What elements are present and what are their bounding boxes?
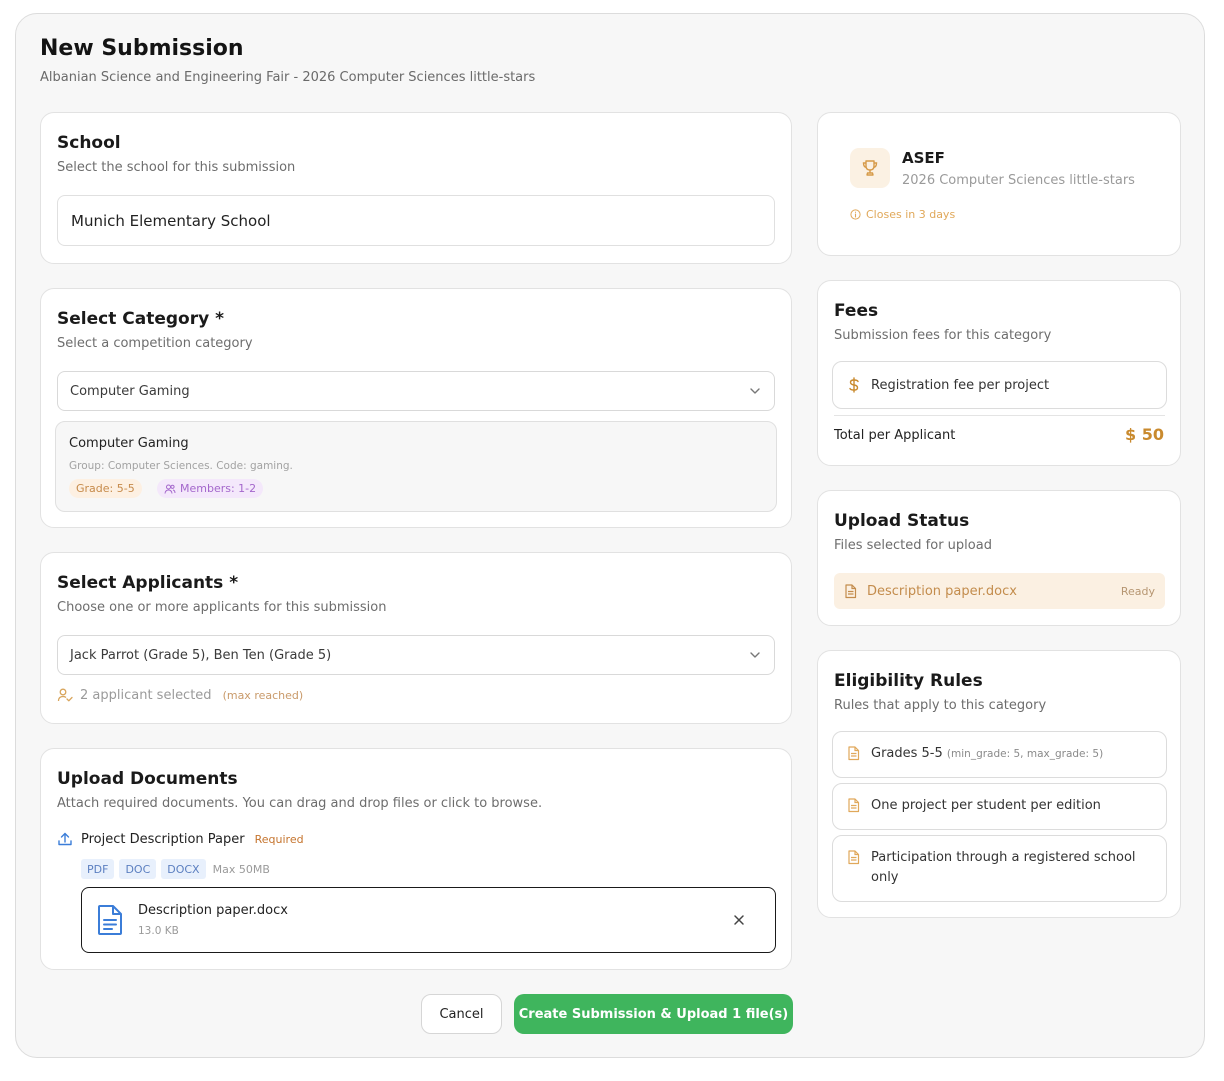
info-circle-icon [850, 209, 861, 220]
category-select-value: Computer Gaming [70, 383, 190, 399]
eligibility-rule: Participation through a registered schoo… [832, 835, 1167, 902]
fee-item: Registration fee per project [832, 361, 1167, 409]
upload-documents-card: Upload Documents Attach required documen… [40, 748, 792, 970]
upload-status-file: Description paper.docx [867, 583, 1017, 599]
applicants-count-text: 2 applicant selected [80, 687, 212, 703]
close-icon [734, 915, 744, 925]
document-requirement: Project Description Paper Required [57, 831, 304, 847]
fee-item-label: Registration fee per project [871, 377, 1050, 393]
fees-title: Fees [834, 301, 879, 321]
applicants-card: Select Applicants * Choose one or more a… [40, 552, 792, 724]
uploaded-file: Description paper.docx 13.0 KB [81, 887, 776, 953]
school-card: School Select the school for this submis… [40, 112, 792, 264]
category-card-title: Select Category * [57, 309, 224, 329]
eligibility-rule-text: Participation through a registered schoo… [871, 850, 1136, 885]
category-detail: Computer Gaming Group: Computer Sciences… [55, 421, 777, 512]
format-badge-pdf: PDF [81, 859, 115, 879]
page-subtitle: Albanian Science and Engineering Fair - … [40, 70, 536, 85]
document-icon [848, 798, 860, 813]
upload-status-card: Upload Status Files selected for upload … [817, 490, 1181, 626]
fee-divider [834, 415, 1165, 416]
cancel-button[interactable]: Cancel [421, 994, 502, 1034]
eligibility-rule-text: One project per student per edition [871, 798, 1101, 813]
document-icon [98, 905, 122, 935]
user-check-icon [57, 688, 73, 702]
upload-status-item: Description paper.docx Ready [834, 573, 1165, 609]
fee-total-label: Total per Applicant [834, 428, 956, 443]
grade-badge: Grade: 5-5 [69, 479, 142, 498]
requirement-name: Project Description Paper [81, 831, 245, 847]
document-icon [848, 850, 860, 865]
applicants-count: 2 applicant selected (max reached) [57, 687, 303, 703]
members-badge-label: Members: 1-2 [180, 482, 257, 495]
competition-edition: 2026 Computer Sciences little-stars [902, 173, 1135, 188]
required-tag: Required [254, 832, 304, 846]
eligibility-rule-text: Grades 5-5 [871, 746, 943, 761]
format-badge-docx: DOCX [161, 859, 206, 879]
closing-notice: Closes in 3 days [850, 208, 955, 221]
upload-documents-title: Upload Documents [57, 769, 238, 789]
upload-status-subtitle: Files selected for upload [834, 538, 992, 553]
uploaded-file-name: Description paper.docx [138, 903, 288, 918]
eligibility-rule: One project per student per edition [832, 783, 1167, 830]
category-card-subtitle: Select a competition category [57, 336, 253, 351]
eligibility-card: Eligibility Rules Rules that apply to th… [817, 650, 1181, 918]
upload-status-title: Upload Status [834, 511, 970, 531]
allowed-formats: PDF DOC DOCX Max 50MB [81, 859, 270, 879]
format-badge-doc: DOC [119, 859, 157, 879]
dollar-icon [849, 377, 859, 393]
members-badge: Members: 1-2 [157, 479, 264, 498]
trophy-badge [850, 148, 890, 188]
eligibility-rule-detail: (min_grade: 5, max_grade: 5) [946, 748, 1104, 760]
chevron-down-icon [750, 388, 760, 394]
fee-total-value: $ 50 [1125, 425, 1164, 444]
document-icon [845, 583, 857, 598]
fees-card: Fees Submission fees for this category R… [817, 280, 1181, 466]
category-select[interactable]: Computer Gaming [57, 371, 775, 411]
users-icon [164, 484, 176, 494]
max-reached-note: (max reached) [222, 688, 304, 702]
trophy-icon [862, 160, 878, 176]
applicants-select-value: Jack Parrot (Grade 5), Ben Ten (Grade 5) [70, 647, 332, 663]
applicants-card-title: Select Applicants * [57, 573, 239, 593]
grade-badge-label: Grade: 5-5 [76, 482, 135, 495]
applicants-select[interactable]: Jack Parrot (Grade 5), Ben Ten (Grade 5) [57, 635, 775, 675]
document-icon [848, 746, 860, 761]
chevron-down-icon [750, 652, 760, 658]
eligibility-subtitle: Rules that apply to this category [834, 698, 1047, 713]
competition-name: ASEF [902, 149, 945, 167]
uploaded-file-size: 13.0 KB [138, 925, 179, 937]
closing-text: Closes in 3 days [866, 208, 956, 221]
submission-panel: New Submission Albanian Science and Engi… [15, 13, 1205, 1058]
competition-card: ASEF 2026 Computer Sciences little-stars… [817, 112, 1181, 256]
school-input[interactable]: Munich Elementary School [57, 195, 775, 246]
category-detail-name: Computer Gaming [69, 436, 189, 451]
school-card-subtitle: Select the school for this submission [57, 160, 296, 175]
remove-file-button[interactable] [729, 910, 749, 930]
school-card-title: School [57, 133, 121, 153]
applicants-card-subtitle: Choose one or more applicants for this s… [57, 600, 387, 615]
upload-status-state: Ready [1120, 584, 1155, 598]
eligibility-title: Eligibility Rules [834, 671, 983, 691]
eligibility-rule: Grades 5-5 (min_grade: 5, max_grade: 5) [832, 731, 1167, 778]
max-file-size: Max 50MB [212, 862, 270, 876]
create-submission-button[interactable]: Create Submission & Upload 1 file(s) [514, 994, 793, 1034]
upload-icon[interactable] [57, 831, 73, 847]
category-detail-meta: Group: Computer Sciences. Code: gaming. [69, 460, 293, 472]
page-title: New Submission [40, 36, 244, 61]
upload-documents-subtitle: Attach required documents. You can drag … [57, 796, 543, 811]
category-card: Select Category * Select a competition c… [40, 288, 792, 528]
fees-subtitle: Submission fees for this category [834, 328, 1052, 343]
